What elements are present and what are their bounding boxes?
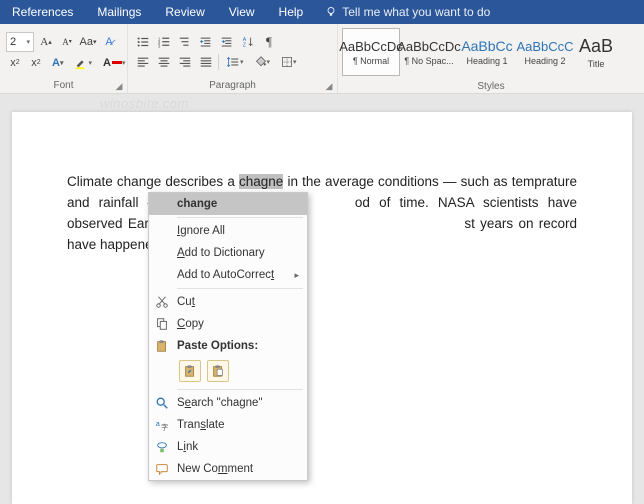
ctx-link[interactable]: Link [149, 436, 307, 458]
subscript-button[interactable]: x2 [6, 54, 24, 72]
tab-help[interactable]: Help [267, 0, 316, 24]
font-dialog-launcher[interactable]: ◢ [114, 81, 124, 91]
group-label-styles: Styles [338, 80, 644, 94]
tab-view[interactable]: View [217, 0, 267, 24]
tab-review[interactable]: Review [153, 0, 216, 24]
paste-text-only-button[interactable] [207, 360, 229, 382]
link-icon [154, 439, 170, 455]
tab-references[interactable]: References [0, 0, 85, 24]
ribbon-tabs: References Mailings Review View Help Tel… [0, 0, 644, 24]
style-heading-1[interactable]: AaBbCc Heading 1 [458, 28, 516, 76]
paragraph-dialog-launcher[interactable]: ◢ [324, 81, 334, 91]
ribbon: 2▾ A▴ A▾ Aa▾ A̷ x2 x2 A▾ ▾ A▾ [0, 24, 644, 94]
align-center-button[interactable] [155, 53, 173, 71]
ctx-paste-options-label: Paste Options: [149, 335, 307, 357]
misspelled-word-chagne[interactable]: chagne [239, 174, 283, 189]
copy-icon [154, 316, 170, 332]
comment-icon [154, 461, 170, 477]
ctx-search[interactable]: Search "chagne" [149, 392, 307, 414]
highlight-button[interactable]: ▾ [70, 54, 96, 72]
document-page[interactable]: Climate change describes a chagne in the… [12, 112, 632, 504]
paste-icon [154, 338, 170, 354]
align-right-button[interactable] [176, 53, 194, 71]
svg-text:3: 3 [158, 43, 161, 48]
translate-icon: a字 [154, 417, 170, 433]
align-left-button[interactable] [134, 53, 152, 71]
sort-button[interactable]: AZ [239, 33, 257, 51]
shrink-font-button[interactable]: A▾ [58, 33, 76, 51]
tell-me-search[interactable]: Tell me what you want to do [315, 5, 500, 19]
paste-keep-source-button[interactable] [179, 360, 201, 382]
tell-me-label: Tell me what you want to do [342, 5, 490, 19]
shading-button[interactable]: ▾ [251, 53, 275, 71]
svg-text:Z: Z [243, 42, 247, 48]
group-label-paragraph: Paragraph ◢ [128, 79, 337, 93]
show-marks-button[interactable]: ¶ [260, 33, 278, 51]
clear-formatting-button[interactable]: A̷ [100, 33, 118, 51]
font-color-button[interactable]: A▾ [99, 54, 129, 72]
group-label-font: Font ◢ [0, 79, 127, 93]
misspelled-word-temprature[interactable]: temprature [512, 174, 577, 189]
group-paragraph: 123 AZ ¶ ▾ ▾ ▾ [128, 24, 338, 93]
text-effects-button[interactable]: A▾ [48, 54, 67, 72]
change-case-button[interactable]: Aa▾ [79, 33, 97, 51]
font-size-combo[interactable]: 2▾ [6, 32, 34, 52]
ctx-new-comment[interactable]: New Comment [149, 458, 307, 480]
ctx-suggestion-change[interactable]: change [149, 193, 307, 215]
spelling-context-menu: change Ignore All Add to Dictionary Add … [148, 192, 308, 481]
lightbulb-icon [325, 6, 337, 18]
watermark-text: winosbite.com [100, 96, 189, 111]
numbering-button[interactable]: 123 [155, 33, 173, 51]
ctx-ignore-all[interactable]: Ignore All [149, 220, 307, 242]
highlight-icon [74, 56, 88, 70]
document-paragraph[interactable]: Climate change describes a chagne in the… [67, 172, 577, 256]
ctx-cut[interactable]: Cut [149, 291, 307, 313]
ctx-translate[interactable]: a字 Translate [149, 414, 307, 436]
multilevel-list-button[interactable] [176, 33, 194, 51]
ctx-add-dictionary[interactable]: Add to Dictionary [149, 242, 307, 264]
ctx-copy[interactable]: Copy [149, 313, 307, 335]
search-icon [154, 395, 170, 411]
style-title[interactable]: AaB Title [574, 28, 618, 76]
svg-text:a: a [156, 421, 160, 428]
grow-font-button[interactable]: A▴ [37, 33, 55, 51]
justify-button[interactable] [197, 53, 215, 71]
group-styles: AaBbCcDc ¶ Normal AaBbCcDc ¶ No Spac... … [338, 24, 644, 93]
increase-indent-button[interactable] [218, 33, 236, 51]
ctx-paste-options-row [149, 357, 307, 387]
decrease-indent-button[interactable] [197, 33, 215, 51]
cut-icon [154, 294, 170, 310]
style-normal[interactable]: AaBbCcDc ¶ Normal [342, 28, 400, 76]
borders-button[interactable]: ▾ [277, 53, 301, 71]
line-spacing-button[interactable]: ▾ [222, 53, 248, 71]
style-no-spacing[interactable]: AaBbCcDc ¶ No Spac... [400, 28, 458, 76]
tab-mailings[interactable]: Mailings [85, 0, 153, 24]
ctx-add-autocorrect[interactable]: Add to AutoCorrect▸ [149, 264, 307, 286]
group-font: 2▾ A▴ A▾ Aa▾ A̷ x2 x2 A▾ ▾ A▾ [0, 24, 128, 93]
document-area: winosbite.com Climate change describes a… [0, 94, 644, 504]
style-heading-2[interactable]: AaBbCcC Heading 2 [516, 28, 574, 76]
styles-gallery[interactable]: AaBbCcDc ¶ Normal AaBbCcDc ¶ No Spac... … [340, 26, 620, 78]
bullets-button[interactable] [134, 33, 152, 51]
superscript-button[interactable]: x2 [27, 54, 45, 72]
svg-text:字: 字 [161, 422, 168, 431]
